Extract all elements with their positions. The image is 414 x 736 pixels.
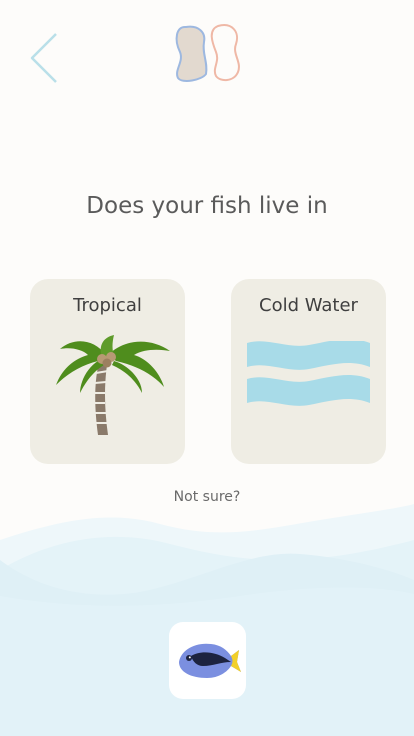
back-button[interactable] [24, 30, 64, 86]
cold-water-option-card[interactable]: Cold Water [231, 279, 386, 464]
chevron-left-icon [30, 33, 57, 83]
palm-tree-icon [56, 335, 170, 435]
tropical-label: Tropical [73, 295, 142, 316]
fish-home-button[interactable] [169, 622, 246, 699]
tropical-option-card[interactable]: Tropical [30, 279, 185, 464]
water-background [0, 504, 414, 736]
blue-tang-fish-icon [179, 643, 241, 678]
cold-water-label: Cold Water [259, 295, 358, 316]
waves-icon [247, 341, 370, 406]
fish-fins-logo-icon [175, 24, 240, 82]
question-heading: Does your fish live in [86, 193, 328, 219]
